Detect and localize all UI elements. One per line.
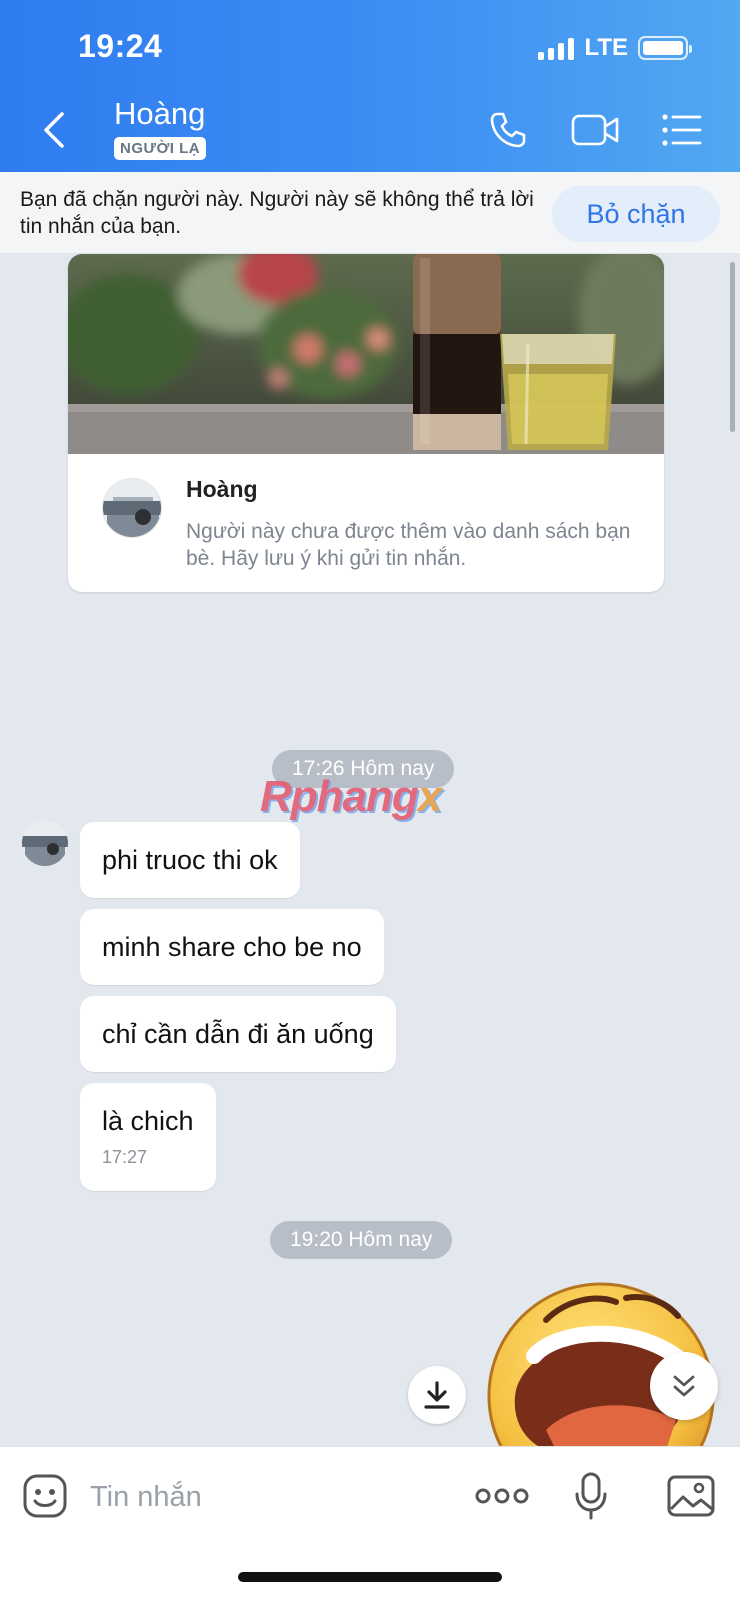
back-chevron-icon [44,112,64,148]
chat-scrollbar[interactable] [730,262,735,432]
emoji-button[interactable] [20,1471,70,1521]
unblock-button[interactable]: Bỏ chặn [552,186,720,242]
more-dots-icon [475,1488,529,1504]
signal-icon [538,36,575,60]
status-indicators: LTE [538,34,692,62]
video-call-icon [571,114,619,146]
message-text: minh share cho be no [102,931,362,962]
phone-icon [490,112,526,148]
more-options-button[interactable] [474,1471,530,1521]
message-timestamp: 17:27 [102,1147,148,1167]
microphone-icon [575,1472,607,1520]
stranger-warning: Người này chưa được thêm vào danh sách b… [186,520,631,570]
menu-list-icon [662,114,702,146]
message-bubble[interactable]: chỉ cần dẫn đi ăn uống [80,996,396,1072]
blocked-message: Bạn đã chặn người này. Người này sẽ khôn… [20,188,534,238]
profile-name: Hoàng [186,476,258,502]
time-separator: 19:20 Hôm nay [270,1221,453,1259]
download-sticker-button[interactable] [408,1366,466,1424]
chat-header: 19:24 LTE Hoàng NGƯỜI LẠ [0,0,740,172]
send-image-button[interactable] [666,1471,716,1521]
conversation-menu-button[interactable] [660,108,704,152]
voice-call-button[interactable] [486,108,530,152]
message-input[interactable] [90,1475,450,1519]
blocked-banner: Bạn đã chặn người này. Người này sẽ khôn… [0,172,740,254]
message-bubble[interactable]: là chich 17:27 [80,1083,216,1191]
network-type: LTE [584,34,628,61]
back-button[interactable] [36,108,72,152]
message-bubble[interactable]: phi truoc thi ok [80,822,300,898]
chevron-double-down-icon [673,1375,695,1397]
voice-message-button[interactable] [566,1471,616,1521]
message-text: phi truoc thi ok [102,844,278,875]
message-bubble[interactable]: minh share cho be no [80,909,384,985]
image-icon [667,1475,715,1517]
cover-photo [68,254,664,454]
contact-name[interactable]: Hoàng [114,96,205,132]
watermark-text: Rphang [260,772,419,821]
watermark-logo: Rphangx [260,772,443,822]
stranger-badge: NGƯỜI LẠ [114,137,207,160]
home-indicator[interactable] [238,1572,502,1582]
profile-avatar[interactable] [102,478,162,538]
status-time: 19:24 [78,28,163,64]
message-text: là chich [102,1106,194,1136]
scroll-to-bottom-button[interactable] [650,1352,718,1420]
battery-icon [638,36,692,60]
message-text: chỉ cần dẫn đi ăn uống [102,1018,374,1049]
emoji-icon [23,1474,67,1518]
sender-avatar[interactable] [22,820,68,866]
watermark-text-tail: x [417,772,443,821]
profile-card[interactable]: Hoàng Người này chưa được thêm vào danh … [68,254,664,592]
video-call-button[interactable] [570,108,622,152]
download-icon [424,1381,450,1409]
